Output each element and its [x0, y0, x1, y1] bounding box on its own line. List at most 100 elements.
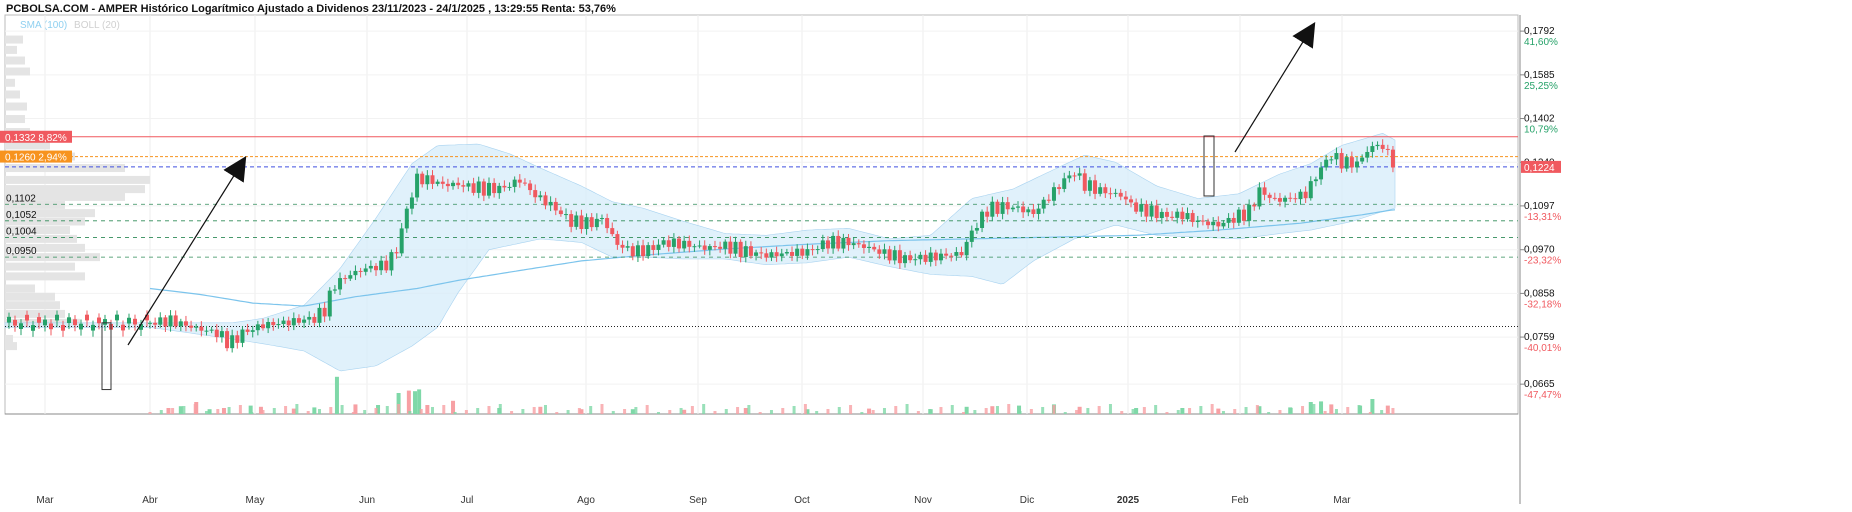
- candle-body: [733, 241, 738, 254]
- candle-body: [1000, 202, 1005, 214]
- volume-bar: [425, 405, 430, 414]
- candle-body: [656, 244, 661, 250]
- axis-price-label: 0,1402: [1524, 114, 1555, 125]
- candle-body: [949, 255, 954, 257]
- volume-bar: [1221, 411, 1225, 414]
- candle-body: [985, 211, 990, 217]
- volume-bar: [634, 407, 638, 414]
- month-label-mar: Mar: [1333, 495, 1351, 506]
- candle-body: [1113, 192, 1118, 194]
- candle-body: [687, 240, 692, 247]
- candle-body: [1180, 211, 1185, 220]
- candle-body: [605, 218, 610, 229]
- candle-body: [938, 253, 943, 261]
- volume-bar: [630, 409, 635, 414]
- axis-price-label: 0,1097: [1524, 201, 1555, 212]
- candle-body: [548, 201, 553, 206]
- volume-bar: [990, 406, 995, 414]
- candle-body: [743, 246, 748, 258]
- candle-body: [281, 320, 286, 325]
- candle-body: [1293, 198, 1298, 200]
- candle-body: [990, 201, 995, 217]
- candle-body: [37, 317, 41, 323]
- candle-body: [774, 252, 779, 257]
- candle-body: [887, 249, 892, 261]
- candle-body: [779, 253, 784, 257]
- candle-body: [1118, 192, 1123, 197]
- volume-profile-bar: [5, 292, 55, 301]
- volume-bar: [1108, 404, 1112, 414]
- candle-body: [168, 315, 173, 327]
- candle-body: [358, 270, 363, 272]
- price-chart[interactable]: Mar Abr May Jun Jul Ago Sep Oct Nov Dic 2025 Feb Mar…: [0, 0, 1852, 512]
- candle-body: [974, 227, 979, 231]
- bollinger-band: [4, 132, 1396, 372]
- candle-body: [266, 321, 271, 329]
- volume-bar: [1176, 410, 1180, 414]
- candle-body: [61, 324, 65, 331]
- volume-bar: [430, 407, 434, 414]
- candle-body: [1129, 199, 1134, 203]
- candle-body: [841, 237, 846, 249]
- trend-arrow-1: [127, 155, 247, 346]
- candle-body: [1082, 173, 1087, 191]
- axis-pct-label: 41,60%: [1524, 37, 1558, 48]
- volume-bar: [656, 412, 660, 414]
- candle-body: [892, 250, 897, 261]
- candle-body: [7, 316, 11, 323]
- candle-body: [1093, 180, 1098, 194]
- candle-body: [579, 215, 584, 230]
- candle-body: [913, 259, 918, 261]
- candle-body: [1062, 178, 1067, 189]
- candle-body: [1298, 191, 1303, 200]
- candle-body: [67, 317, 71, 323]
- month-label-nov: Nov: [914, 495, 932, 506]
- volume-bar: [1334, 409, 1338, 414]
- candle-body: [651, 245, 656, 250]
- volume-bar: [803, 404, 807, 414]
- candle-body: [671, 238, 676, 247]
- candle-body: [389, 252, 394, 271]
- candle-body: [1031, 209, 1036, 214]
- volume-bar: [510, 411, 514, 414]
- candle-body: [235, 335, 240, 343]
- candle-body: [1005, 202, 1010, 210]
- volume-bar: [464, 410, 468, 414]
- candle-body: [918, 254, 923, 260]
- candle-body: [723, 241, 728, 249]
- candle-body: [517, 179, 522, 183]
- axis-pct-label: -23,32%: [1524, 256, 1561, 267]
- volume-bar: [702, 404, 706, 414]
- volume-bar: [826, 409, 830, 414]
- candle-body: [451, 182, 456, 187]
- candle-body: [630, 246, 635, 257]
- volume-bar: [645, 405, 649, 414]
- trend-arrow-2: [1234, 21, 1316, 153]
- volume-bar: [261, 410, 265, 414]
- candle-body: [867, 246, 872, 248]
- axis-price-label: 0,0665: [1524, 379, 1555, 390]
- candle-body: [103, 319, 107, 325]
- candle-body: [1324, 159, 1329, 168]
- candle-body: [245, 329, 250, 332]
- candle-body: [677, 238, 682, 249]
- volume-bar: [747, 405, 751, 414]
- candle-body: [543, 195, 548, 206]
- candle-body: [440, 181, 445, 184]
- candle-body: [276, 324, 281, 326]
- candle-body: [692, 246, 697, 248]
- volume-bar: [159, 410, 163, 414]
- candle-body: [589, 217, 594, 228]
- candle-body: [260, 324, 265, 329]
- candle-body: [394, 252, 399, 254]
- candle-body: [302, 319, 307, 323]
- volume-bar: [1199, 406, 1203, 414]
- candle-body: [363, 268, 368, 272]
- axis-price-label: 0,1585: [1524, 70, 1555, 81]
- month-label-feb: Feb: [1231, 495, 1249, 506]
- candle-body: [1195, 220, 1200, 222]
- volume-bar: [1301, 406, 1305, 414]
- candle-body: [995, 201, 1000, 214]
- volume-bar: [1165, 412, 1169, 414]
- volume-bar: [334, 376, 339, 414]
